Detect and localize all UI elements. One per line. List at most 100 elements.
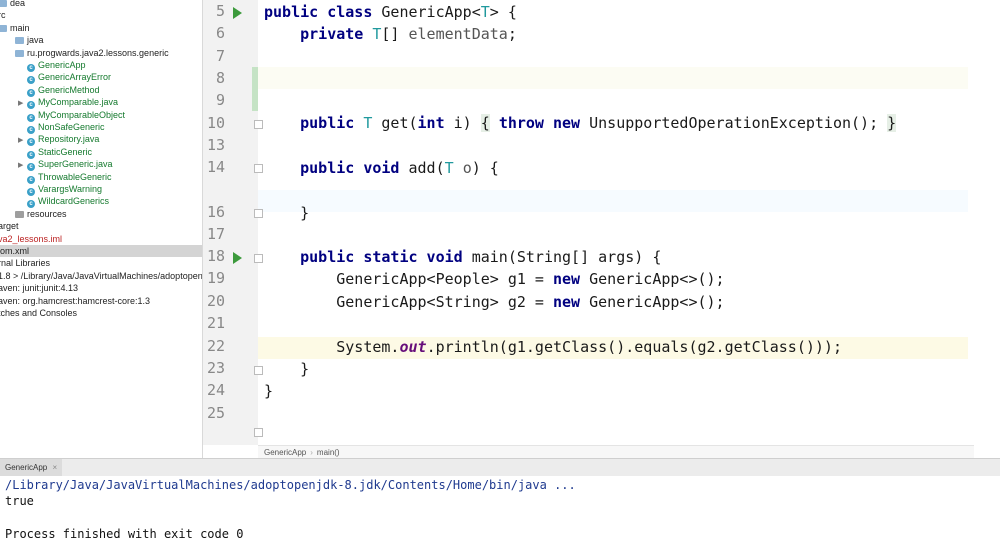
editor-gutter (203, 0, 258, 445)
run-main-icon[interactable] (233, 252, 242, 264)
line-number: 21 (206, 314, 225, 332)
tree-item-label: aven: junit:junit:4.13 (0, 283, 79, 294)
tree-item[interactable]: c GenericMethod (18, 84, 100, 97)
tree-item[interactable]: resources (6, 208, 67, 220)
tree-item[interactable]: om.xml (0, 245, 202, 257)
folder-icon (0, 0, 7, 7)
run-tab[interactable]: GenericApp × (0, 459, 63, 476)
tree-item-label: MyComparableObject (38, 109, 126, 120)
line-number: 9 (215, 91, 225, 109)
tree-item-label: java (27, 35, 44, 46)
tree-item-label: MyComparable.java (38, 97, 119, 108)
code-line[interactable]: public class GenericApp<T> { (264, 1, 517, 23)
chevron-right-icon: › (310, 448, 313, 457)
folder-icon (0, 24, 7, 32)
tree-item-label: WildcardGenerics (38, 196, 110, 207)
line-number: 16 (206, 203, 225, 221)
code-line[interactable]: } (264, 358, 309, 380)
tree-item[interactable]: dea (0, 0, 25, 9)
line-number: 24 (206, 381, 225, 399)
tree-item[interactable]: ▶ c Repository.java (18, 133, 100, 147)
line-number: 19 (206, 269, 225, 287)
fold-icon[interactable] (254, 209, 263, 218)
line-number: 13 (206, 136, 225, 154)
code-line[interactable]: } (264, 202, 309, 224)
tree-item-label: GenericArrayError (38, 72, 112, 83)
fold-icon[interactable] (254, 120, 263, 129)
tree-item[interactable]: arget (0, 220, 19, 232)
tree-item[interactable]: c WildcardGenerics (18, 195, 110, 209)
tree-item-label: rnal Libraries (0, 258, 51, 269)
run-console[interactable]: /Library/Java/JavaVirtualMachines/adopto… (0, 476, 1000, 550)
line-highlight (258, 190, 968, 212)
tree-item-label: dea (10, 0, 26, 8)
console-output: true (5, 494, 34, 508)
line-number: 18 (206, 247, 225, 265)
folder-icon (15, 49, 24, 57)
tree-item-label: Repository.java (38, 134, 100, 145)
tree-item[interactable]: c StaticGeneric (18, 146, 93, 159)
tree-item-label: aven: org.hamcrest:hamcrest-core:1.3 (0, 295, 151, 306)
code-line[interactable]: } (264, 380, 273, 402)
line-number: 5 (215, 2, 225, 20)
tree-item[interactable]: rc (0, 9, 6, 21)
tree-item[interactable]: tches and Consoles (0, 307, 77, 319)
tree-item[interactable]: ▶ c SuperGeneric.java (18, 158, 113, 172)
code-line[interactable]: GenericApp<String> g2 = new GenericApp<>… (264, 291, 724, 313)
tree-item-label: om.xml (0, 246, 29, 256)
tree-item[interactable]: c NonSafeGeneric (18, 121, 105, 134)
tree-item-label: StaticGeneric (38, 146, 93, 157)
folder-icon (15, 210, 24, 218)
tree-item-label: va2_lessons.iml (0, 233, 63, 244)
line-number: 8 (215, 69, 225, 87)
tree-item[interactable]: c GenericApp (18, 59, 86, 72)
tree-item[interactable]: main (0, 22, 30, 34)
line-number: 6 (215, 24, 225, 42)
tree-item[interactable]: java (6, 34, 44, 46)
fold-icon[interactable] (254, 428, 263, 437)
tree-item[interactable]: va2_lessons.iml (0, 233, 62, 245)
tree-item[interactable]: c ThrowableGeneric (18, 171, 112, 184)
console-exit-message: Process finished with exit code 0 (5, 527, 244, 541)
tree-item-label: VarargsWarning (38, 184, 103, 194)
fold-icon[interactable] (254, 366, 263, 375)
tree-item-label: ru.progwards.java2.lessons.generic (27, 47, 169, 58)
code-line[interactable]: System.out.println(g1.getClass().equals(… (264, 336, 842, 358)
tree-item[interactable]: c MyComparableObject (18, 109, 126, 122)
fold-icon[interactable] (254, 254, 263, 263)
line-number: 14 (206, 158, 225, 176)
tree-item[interactable]: ▶ c MyComparable.java (18, 96, 119, 110)
project-tree: dearcmain javaru.progwards.java2.lessons.… (0, 0, 203, 458)
tree-item-label: GenericApp (38, 60, 86, 70)
line-number: 17 (206, 225, 225, 243)
run-tab-label: GenericApp (5, 463, 48, 472)
code-line[interactable]: public static void main(String[] args) { (264, 246, 661, 268)
tree-item-label: main (10, 22, 30, 33)
tree-item[interactable]: aven: junit:junit:4.13 (0, 282, 78, 294)
line-number: 7 (215, 47, 225, 65)
fold-icon[interactable] (254, 164, 263, 173)
breadcrumb: GenericApp › main() (258, 445, 974, 459)
tree-item[interactable]: c GenericArrayError (18, 71, 112, 85)
breadcrumb-item[interactable]: main() (317, 448, 340, 457)
console-command: /Library/Java/JavaVirtualMachines/adopto… (5, 478, 576, 492)
line-number: 20 (206, 292, 225, 310)
run-class-icon[interactable] (233, 7, 242, 19)
line-number: 25 (206, 404, 225, 422)
tree-item[interactable]: 1.8 > /Library/Java/JavaVirtualMachines/… (0, 270, 202, 282)
tree-item[interactable]: c VarargsWarning (18, 183, 103, 196)
code-line[interactable]: public T get(int i) { throw new Unsuppor… (264, 112, 897, 134)
code-line[interactable]: private T[] elementData; (264, 23, 517, 45)
tree-item[interactable]: rnal Libraries (0, 257, 50, 269)
code-line[interactable]: GenericApp<People> g1 = new GenericApp<>… (264, 268, 724, 290)
tree-item-label: arget (0, 221, 19, 232)
tree-item-label: resources (27, 208, 67, 219)
code-line[interactable]: public void add(T o) { (264, 157, 499, 179)
close-icon[interactable]: × (52, 463, 57, 472)
breadcrumb-item[interactable]: GenericApp (264, 448, 306, 457)
tree-item-label: NonSafeGeneric (38, 122, 105, 132)
line-number: 10 (206, 114, 225, 132)
tree-item-label: tches and Consoles (0, 308, 78, 318)
tree-item[interactable]: ru.progwards.java2.lessons.generic (6, 47, 169, 59)
tree-item[interactable]: aven: org.hamcrest:hamcrest-core:1.3 (0, 295, 150, 307)
